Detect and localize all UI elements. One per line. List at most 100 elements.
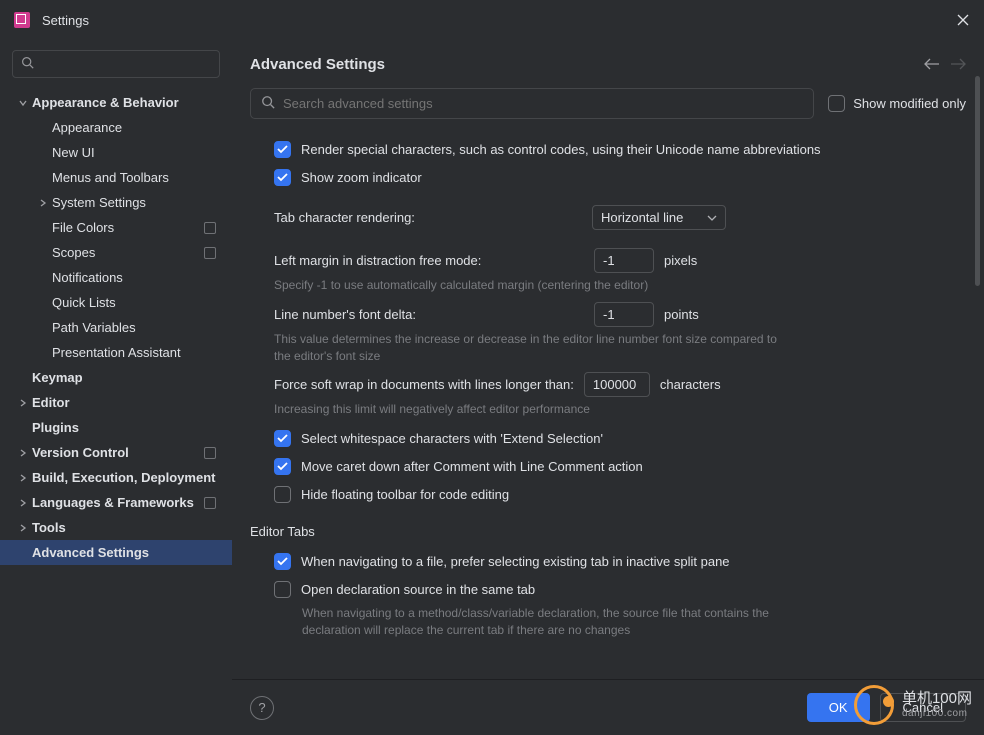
select-ws-label: Select whitespace characters with 'Exten…	[301, 431, 603, 446]
project-badge-icon	[204, 447, 216, 459]
move-caret-checkbox[interactable]	[274, 458, 291, 475]
chevron-icon	[14, 473, 32, 483]
hide-toolbar-label: Hide floating toolbar for code editing	[301, 487, 509, 502]
show-zoom-label: Show zoom indicator	[301, 170, 422, 185]
hide-toolbar-checkbox[interactable]	[274, 486, 291, 503]
tree-item-label: Keymap	[32, 370, 216, 385]
tree-item-label: Presentation Assistant	[52, 345, 216, 360]
tree-item[interactable]: Version Control	[8, 440, 224, 465]
tree-item[interactable]: Path Variables	[8, 315, 224, 340]
line-delta-input[interactable]	[594, 302, 654, 327]
select-ws-checkbox[interactable]	[274, 430, 291, 447]
project-badge-icon	[204, 222, 216, 234]
scrollbar[interactable]	[975, 76, 980, 286]
tree-item-label: New UI	[52, 145, 216, 160]
page-title: Advanced Settings	[250, 56, 385, 73]
app-icon	[14, 12, 30, 28]
close-icon[interactable]	[956, 13, 970, 27]
tree-item-label: Appearance	[52, 120, 216, 135]
tree-item-label: Plugins	[32, 420, 216, 435]
footer: ? OK Cancel	[232, 679, 984, 735]
sidebar-search[interactable]	[12, 50, 220, 78]
chevron-icon	[14, 498, 32, 508]
tree-item[interactable]: Quick Lists	[8, 290, 224, 315]
tree-item[interactable]: Menus and Toolbars	[8, 165, 224, 190]
open-decl-label: Open declaration source in the same tab	[301, 582, 535, 597]
tree-item[interactable]: Appearance	[8, 115, 224, 140]
show-zoom-checkbox[interactable]	[274, 169, 291, 186]
force-wrap-input[interactable]	[584, 372, 650, 397]
pixels-label: pixels	[664, 253, 697, 268]
tree-item[interactable]: Build, Execution, Deployment	[8, 465, 224, 490]
tree-item[interactable]: Presentation Assistant	[8, 340, 224, 365]
tree-item[interactable]: Scopes	[8, 240, 224, 265]
tree-item[interactable]: Keymap	[8, 365, 224, 390]
tree-item-label: Build, Execution, Deployment	[32, 470, 216, 485]
chevron-down-icon	[707, 215, 717, 221]
tab-char-select[interactable]: Horizontal line	[592, 205, 726, 230]
tree-item-label: Tools	[32, 520, 216, 535]
advanced-search-field[interactable]	[283, 96, 803, 111]
prefer-existing-checkbox[interactable]	[274, 553, 291, 570]
tree-item-label: Editor	[32, 395, 216, 410]
tree-item[interactable]: Notifications	[8, 265, 224, 290]
tree-item[interactable]: Advanced Settings	[0, 540, 232, 565]
chevron-icon	[34, 198, 52, 208]
tree-item-label: Version Control	[32, 445, 204, 460]
prefer-existing-label: When navigating to a file, prefer select…	[301, 554, 730, 569]
render-special-label: Render special characters, such as contr…	[301, 142, 821, 157]
left-margin-hint: Specify -1 to use automatically calculat…	[274, 277, 794, 294]
help-icon[interactable]: ?	[250, 696, 274, 720]
tab-char-value: Horizontal line	[601, 210, 683, 225]
search-icon	[261, 95, 275, 112]
titlebar: Settings	[0, 0, 984, 40]
tree-item[interactable]: System Settings	[8, 190, 224, 215]
back-icon[interactable]	[924, 58, 940, 70]
force-wrap-hint: Increasing this limit will negatively af…	[274, 401, 794, 418]
line-delta-hint: This value determines the increase or de…	[274, 331, 794, 365]
open-decl-checkbox[interactable]	[274, 581, 291, 598]
characters-label: characters	[660, 377, 721, 392]
tree-item[interactable]: Editor	[8, 390, 224, 415]
tree-item[interactable]: Tools	[8, 515, 224, 540]
editor-tabs-title: Editor Tabs	[250, 524, 960, 539]
show-modified-label: Show modified only	[853, 96, 966, 111]
left-margin-input[interactable]	[594, 248, 654, 273]
tree-item[interactable]: Plugins	[8, 415, 224, 440]
tree-item[interactable]: Appearance & Behavior	[8, 90, 224, 115]
search-icon	[21, 56, 34, 72]
chevron-icon	[14, 98, 32, 108]
project-badge-icon	[204, 497, 216, 509]
sidebar: Appearance & Behavior Appearance New UI Men…	[0, 40, 232, 735]
settings-content: Render special characters, such as contr…	[232, 133, 984, 679]
points-label: points	[664, 307, 699, 322]
tree-item-label: Appearance & Behavior	[32, 95, 216, 110]
chevron-icon	[14, 398, 32, 408]
move-caret-label: Move caret down after Comment with Line …	[301, 459, 643, 474]
advanced-search-input[interactable]	[250, 88, 814, 119]
window-title: Settings	[42, 13, 89, 28]
tree-item[interactable]: Languages & Frameworks	[8, 490, 224, 515]
tree-item-label: Notifications	[52, 270, 216, 285]
tree-item-label: Scopes	[52, 245, 204, 260]
tree-item-label: Advanced Settings	[32, 545, 216, 560]
render-special-checkbox[interactable]	[274, 141, 291, 158]
tree-item[interactable]: File Colors	[8, 215, 224, 240]
tree-item-label: File Colors	[52, 220, 204, 235]
chevron-icon	[14, 523, 32, 533]
show-modified-checkbox[interactable]	[828, 95, 845, 112]
settings-tree: Appearance & Behavior Appearance New UI Men…	[8, 90, 224, 565]
tree-item-label: Quick Lists	[52, 295, 216, 310]
main-panel: Advanced Settings Show modified only Re	[232, 40, 984, 735]
left-margin-label: Left margin in distraction free mode:	[274, 253, 584, 268]
project-badge-icon	[204, 247, 216, 259]
tree-item-label: Menus and Toolbars	[52, 170, 216, 185]
tree-item[interactable]: New UI	[8, 140, 224, 165]
cancel-button[interactable]: Cancel	[880, 693, 966, 722]
chevron-icon	[14, 448, 32, 458]
force-wrap-label: Force soft wrap in documents with lines …	[274, 377, 574, 392]
tab-char-label: Tab character rendering:	[274, 210, 584, 225]
ok-button[interactable]: OK	[807, 693, 870, 722]
tree-item-label: Languages & Frameworks	[32, 495, 204, 510]
forward-icon[interactable]	[950, 58, 966, 70]
